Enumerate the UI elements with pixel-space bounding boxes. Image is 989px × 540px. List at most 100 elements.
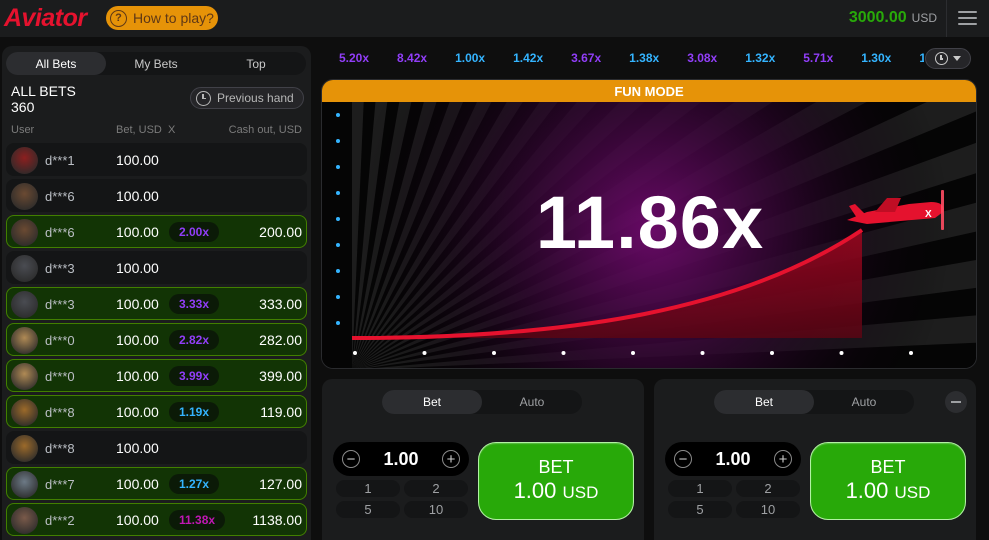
place-bet-button[interactable]: BET 1.00 USD bbox=[810, 442, 966, 520]
row-user: d***3 bbox=[45, 261, 75, 276]
quick-amount-5[interactable]: 5 bbox=[668, 501, 732, 518]
row-multiplier: 1.27x bbox=[169, 474, 220, 494]
row-cashout: 119.00 bbox=[260, 404, 302, 420]
quick-amount-1[interactable]: 1 bbox=[336, 480, 400, 497]
quick-amount-2[interactable]: 2 bbox=[736, 480, 800, 497]
previous-hand-button[interactable]: Previous hand bbox=[190, 87, 304, 109]
avatar bbox=[11, 363, 38, 390]
quick-amount-10[interactable]: 10 bbox=[404, 501, 468, 518]
history-multiplier[interactable]: 1.32x bbox=[745, 51, 775, 65]
row-bet: 100.00 bbox=[116, 188, 159, 204]
avatar bbox=[11, 327, 38, 354]
row-bet: 100.00 bbox=[116, 404, 159, 420]
bet-panel-2: Bet Auto − 1.00 + 1 2 5 10 BET 1.00 USD bbox=[654, 379, 976, 540]
all-bets-count: 360 bbox=[11, 99, 35, 115]
tab-bet[interactable]: Bet bbox=[382, 390, 482, 414]
x-axis-dot bbox=[353, 351, 357, 355]
x-axis-dot bbox=[700, 351, 705, 355]
bet-button-label: BET bbox=[538, 457, 574, 477]
increase-button[interactable]: + bbox=[774, 450, 792, 468]
history-dropdown-button[interactable] bbox=[925, 48, 971, 69]
fun-mode-banner: FUN MODE bbox=[322, 80, 976, 102]
row-bet: 100.00 bbox=[116, 152, 159, 168]
table-row: d***2 100.00 11.38x 1138.00 bbox=[6, 503, 307, 536]
history-multiplier[interactable]: 5.20x bbox=[339, 51, 369, 65]
row-bet: 100.00 bbox=[116, 512, 159, 528]
history-multiplier[interactable]: 8.42x bbox=[397, 51, 427, 65]
all-bets-title: ALL BETS bbox=[11, 83, 76, 99]
avatar bbox=[11, 255, 38, 282]
x-axis-dot bbox=[422, 351, 427, 355]
history-multiplier[interactable]: 5.71x bbox=[803, 51, 833, 65]
history-multiplier[interactable]: 3.08x bbox=[687, 51, 717, 65]
column-cashout: Cash out, USD bbox=[228, 124, 302, 136]
row-user: d***6 bbox=[45, 225, 75, 240]
remove-bet-panel-button[interactable] bbox=[945, 391, 967, 413]
history-multiplier[interactable]: 1.42x bbox=[513, 51, 543, 65]
bet-button-label: BET bbox=[870, 457, 906, 477]
table-row: d***7 100.00 1.27x 127.00 bbox=[6, 467, 307, 500]
bet-mode-tabs: Bet Auto bbox=[382, 390, 582, 414]
current-multiplier: 11.86x bbox=[535, 181, 765, 264]
bet-amount-stepper: − 1.00 + bbox=[333, 442, 469, 476]
column-user: User bbox=[11, 124, 35, 136]
avatar bbox=[11, 471, 38, 498]
bets-list: d***1 100.00 d***6 100.00 d***6 100.00 2.00x 20… bbox=[6, 143, 307, 539]
avatar bbox=[11, 183, 38, 210]
history-multiplier[interactable]: 1.00x bbox=[455, 51, 485, 65]
row-user: d***3 bbox=[45, 297, 75, 312]
avatar bbox=[11, 219, 38, 246]
row-multiplier: 3.33x bbox=[169, 294, 220, 314]
history-icon bbox=[196, 90, 211, 106]
row-multiplier: 2.82x bbox=[169, 330, 220, 350]
history-multiplier[interactable]: 3.67x bbox=[571, 51, 601, 65]
chevron-down-icon bbox=[953, 56, 961, 61]
quick-amount-2[interactable]: 2 bbox=[404, 480, 468, 497]
how-to-play-button[interactable]: ? How to play? bbox=[106, 6, 218, 30]
minus-icon bbox=[951, 401, 961, 403]
row-bet: 100.00 bbox=[116, 440, 159, 456]
bets-panel: All Bets My Bets Top ALL BETS 360 Previo… bbox=[2, 46, 311, 540]
quick-amount-1[interactable]: 1 bbox=[668, 480, 732, 497]
row-user: d***0 bbox=[45, 369, 75, 384]
bet-button-amount: 1.00 bbox=[845, 478, 889, 503]
table-row: d***3 100.00 bbox=[6, 251, 307, 284]
tab-my-bets[interactable]: My Bets bbox=[106, 52, 206, 75]
table-row: d***6 100.00 2.00x 200.00 bbox=[6, 215, 307, 248]
y-axis-dot bbox=[336, 295, 340, 299]
row-cashout: 282.00 bbox=[259, 332, 302, 348]
bet-mode-tabs: Bet Auto bbox=[714, 390, 914, 414]
history-multiplier[interactable]: 1 bbox=[919, 51, 924, 65]
balance-amount: 3000.00 bbox=[848, 9, 907, 26]
aviator-logo[interactable]: Aviator bbox=[4, 4, 87, 33]
increase-button[interactable]: + bbox=[442, 450, 460, 468]
row-cashout: 127.00 bbox=[259, 476, 302, 492]
table-row: d***3 100.00 3.33x 333.00 bbox=[6, 287, 307, 320]
x-axis-dot bbox=[631, 351, 635, 355]
tab-top[interactable]: Top bbox=[206, 52, 306, 75]
x-axis-dot bbox=[909, 351, 913, 355]
tab-auto[interactable]: Auto bbox=[482, 390, 582, 414]
header-divider bbox=[946, 0, 947, 37]
quick-amount-10[interactable]: 10 bbox=[736, 501, 800, 518]
game-canvas: X FUN MODE 11.86x bbox=[321, 79, 977, 369]
row-user: d***6 bbox=[45, 189, 75, 204]
history-multiplier[interactable]: 1.38x bbox=[629, 51, 659, 65]
tab-auto[interactable]: Auto bbox=[814, 390, 914, 414]
bet-amount-stepper: − 1.00 + bbox=[665, 442, 801, 476]
tab-all-bets[interactable]: All Bets bbox=[6, 52, 106, 75]
hamburger-menu-icon[interactable] bbox=[958, 11, 977, 25]
row-user: d***8 bbox=[45, 405, 75, 420]
how-to-play-label: How to play? bbox=[133, 10, 214, 26]
row-bet: 100.00 bbox=[116, 260, 159, 276]
row-user: d***8 bbox=[45, 441, 75, 456]
history-multiplier[interactable]: 1.30x bbox=[861, 51, 891, 65]
avatar bbox=[11, 435, 38, 462]
avatar bbox=[11, 507, 38, 534]
tab-bet[interactable]: Bet bbox=[714, 390, 814, 414]
y-axis-dot bbox=[336, 139, 340, 143]
row-bet: 100.00 bbox=[116, 296, 159, 312]
place-bet-button[interactable]: BET 1.00 USD bbox=[478, 442, 634, 520]
question-icon: ? bbox=[110, 9, 127, 27]
quick-amount-5[interactable]: 5 bbox=[336, 501, 400, 518]
